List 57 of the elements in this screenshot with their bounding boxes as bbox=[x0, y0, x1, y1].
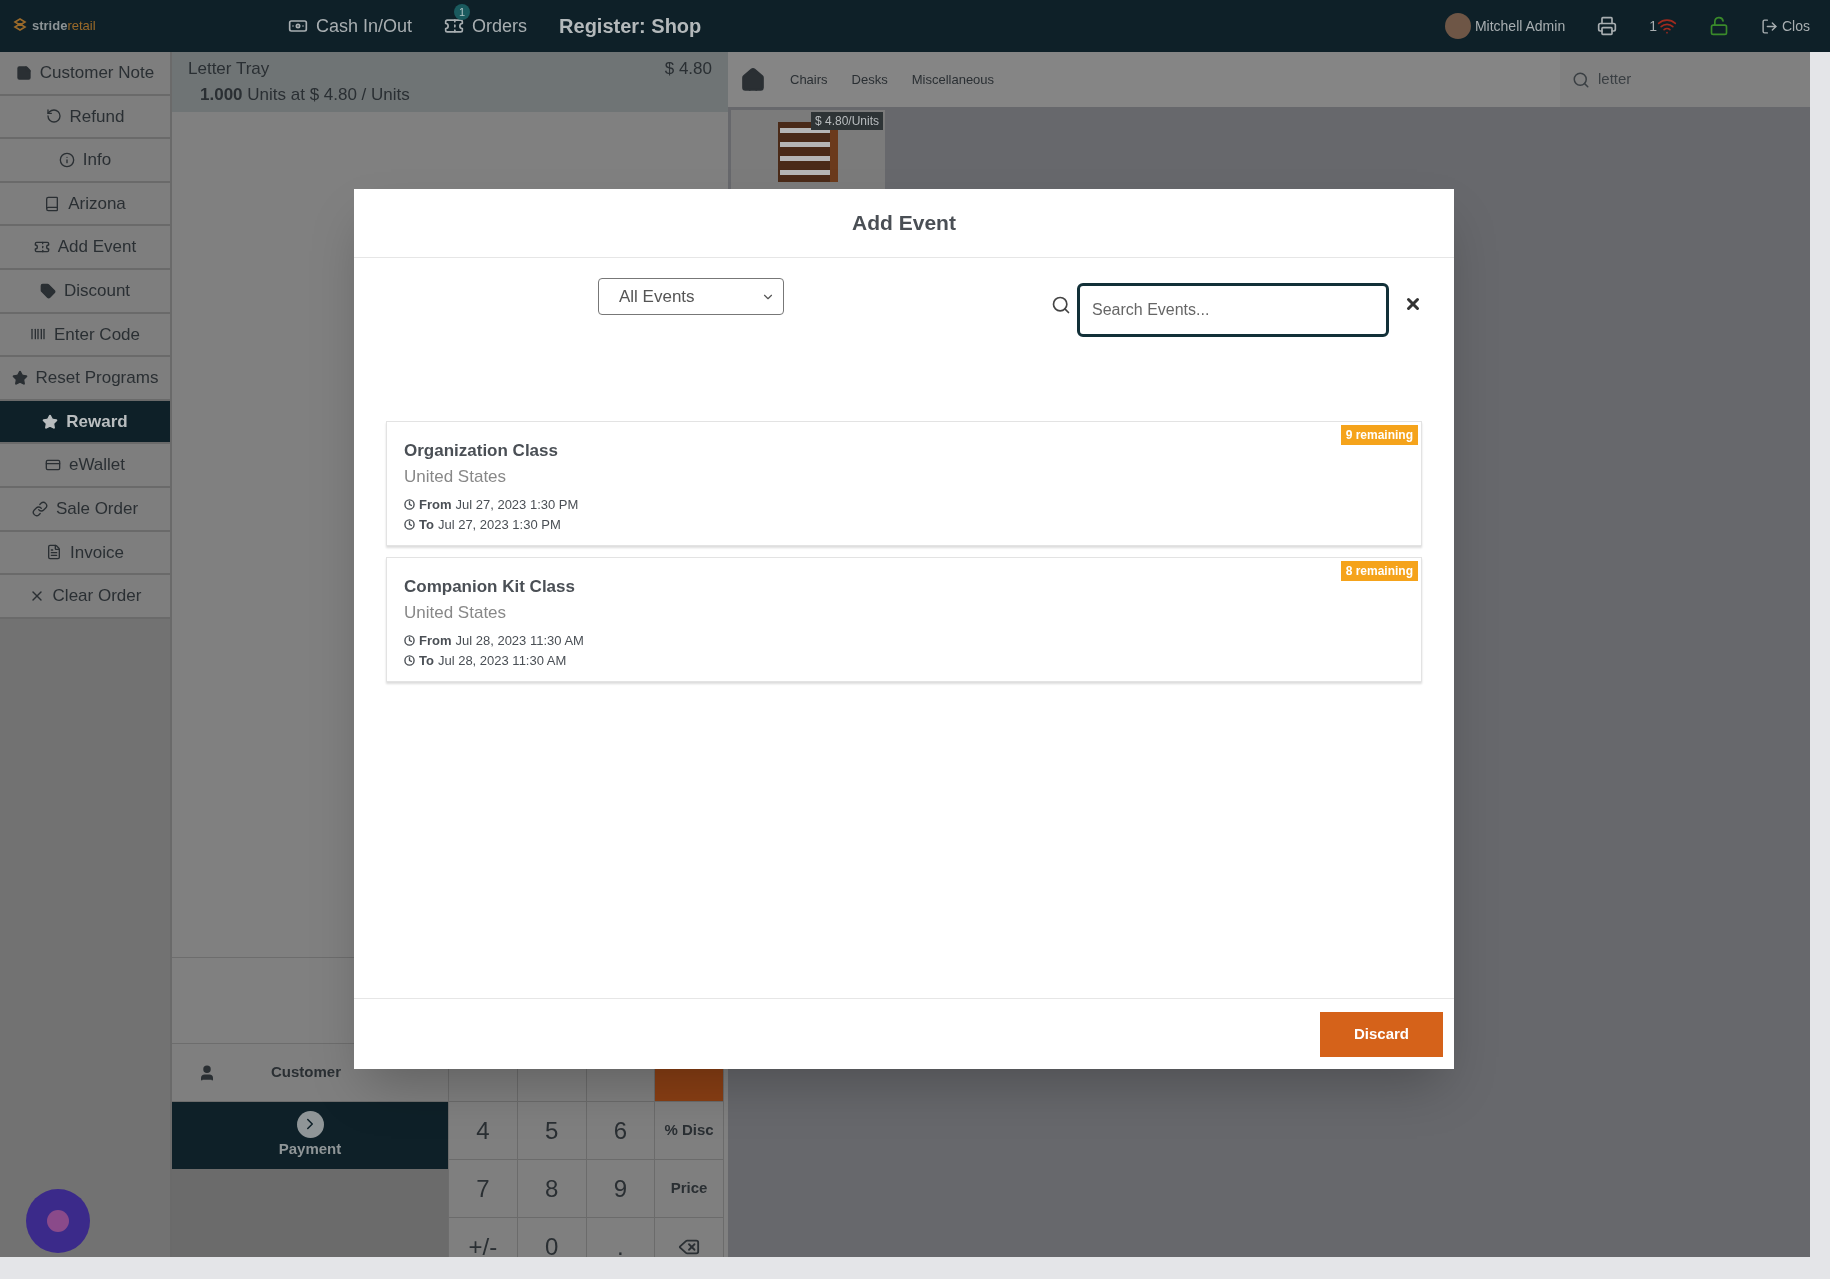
event-card[interactable]: 8 remaining Companion Kit Class United States From Jul 28, 2023 11:30 AM To Jul 28, 2023 11:30 AM bbox=[386, 557, 1422, 682]
close-link[interactable]: Clos bbox=[1761, 15, 1810, 37]
date-label: From bbox=[419, 496, 452, 514]
mode-key[interactable]: % Disc bbox=[655, 1102, 724, 1160]
discard-button[interactable]: Discard bbox=[1320, 1011, 1443, 1057]
event-location: United States bbox=[404, 601, 508, 624]
sidebar-item[interactable]: Customer Note bbox=[0, 52, 170, 96]
search-field[interactable]: Search Events... bbox=[1077, 283, 1389, 337]
date-label: From bbox=[419, 632, 452, 650]
numpad-key[interactable]: 9 bbox=[586, 1160, 656, 1218]
modal-title: Add Event bbox=[852, 210, 956, 237]
date-label: To bbox=[419, 515, 434, 534]
event-card[interactable]: 9 remaining Organization Class United States From Jul 27, 2023 1:30 PM To Jul 27, 2023 1:30 PM bbox=[386, 421, 1422, 546]
line-detail: 1.000 Units at $ 4.80 / Units bbox=[200, 84, 410, 104]
sidebar-item[interactable]: Enter Code bbox=[0, 313, 170, 358]
logo-text: strideretail bbox=[32, 17, 96, 36]
line-price: $ 4.80 bbox=[664, 58, 712, 80]
sidebar-item[interactable]: Add Event bbox=[0, 226, 170, 270]
date-label: To bbox=[419, 651, 434, 670]
payment-button[interactable]: Payment bbox=[172, 1102, 448, 1169]
filter-select[interactable]: All Events bbox=[598, 278, 784, 315]
product-name: Letter Tray bbox=[188, 58, 270, 80]
nav-link[interactable]: Cash In/Out bbox=[288, 12, 413, 40]
event-location: United States bbox=[404, 465, 508, 488]
remaining-badge: 8 remaining bbox=[1340, 561, 1418, 581]
numpad-key[interactable]: 4 bbox=[449, 1102, 518, 1160]
numpad-key[interactable]: 8 bbox=[517, 1160, 587, 1218]
sidebar-item[interactable]: Info bbox=[0, 139, 170, 183]
event-date: Jul 28, 2023 11:30 AM bbox=[437, 651, 567, 670]
sidebar-item[interactable]: Reward bbox=[0, 400, 170, 445]
event-name: Organization Class bbox=[404, 440, 559, 462]
user-name: Mitchell Admin bbox=[1474, 16, 1566, 36]
sidebar-item[interactable]: Clear Order bbox=[0, 575, 170, 619]
event-date: Jul 27, 2023 1:30 PM bbox=[437, 515, 561, 534]
sidebar-item[interactable]: Arizona bbox=[0, 182, 170, 227]
remaining-badge: 9 remaining bbox=[1340, 425, 1418, 445]
sidebar-item[interactable]: Invoice bbox=[0, 531, 170, 576]
category-link[interactable]: Desks bbox=[851, 69, 888, 90]
event-date: Jul 28, 2023 11:30 AM bbox=[455, 632, 584, 650]
product-search-field[interactable]: letter bbox=[1560, 52, 1810, 107]
category-link[interactable]: Miscellaneous bbox=[911, 69, 995, 90]
sidebar-item[interactable]: Refund bbox=[0, 95, 170, 140]
event-name: Companion Kit Class bbox=[404, 576, 576, 598]
numpad-key[interactable]: 6 bbox=[586, 1102, 656, 1160]
mode-key[interactable]: Price bbox=[655, 1160, 724, 1218]
pending-count: 1 bbox=[1649, 16, 1657, 36]
event-date: Jul 27, 2023 1:30 PM bbox=[455, 496, 579, 514]
sidebar-item[interactable]: Sale Order bbox=[0, 487, 170, 532]
sidebar-item[interactable]: eWallet bbox=[0, 444, 170, 488]
register-title: Register: Shop bbox=[559, 14, 702, 39]
numpad-key[interactable]: 7 bbox=[449, 1160, 518, 1218]
product-price: $ 4.80/Units bbox=[810, 112, 883, 130]
category-link[interactable]: Chairs bbox=[790, 69, 828, 90]
numpad-key[interactable]: 5 bbox=[517, 1102, 587, 1160]
sidebar-item[interactable]: Reset Programs bbox=[0, 357, 170, 401]
sidebar-item[interactable]: Discount bbox=[0, 269, 170, 314]
count-badge: 1 bbox=[454, 3, 471, 20]
